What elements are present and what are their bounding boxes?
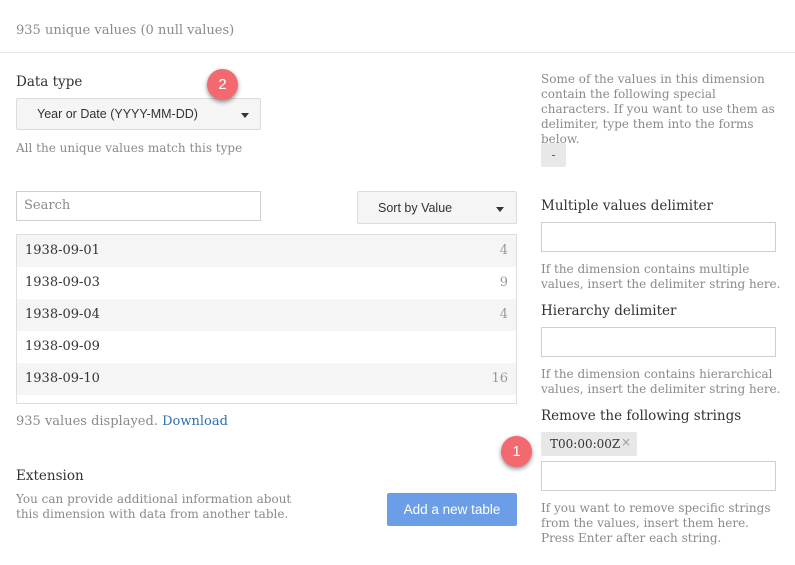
tag-text: T00:00:00Z	[550, 437, 621, 451]
sort-select[interactable]: Sort by Value	[357, 191, 517, 224]
annotation-badge-2: 2	[207, 69, 238, 100]
value-text: 1938-09-10	[25, 371, 100, 386]
multiple-delimiter-help: If the dimension contains multiple value…	[541, 262, 781, 291]
extension-title: Extension	[16, 468, 84, 484]
search-placeholder: Search	[24, 198, 71, 213]
download-link[interactable]: Download	[162, 414, 228, 429]
value-text: 1938-09-09	[25, 339, 100, 354]
values-footer: 935 values displayed. Download	[16, 414, 228, 429]
value-count: 9	[499, 275, 508, 290]
caret-down-icon	[496, 207, 504, 212]
multiple-delimiter-input[interactable]	[541, 222, 776, 252]
special-chars-note: Some of the values in this dimension con…	[541, 72, 775, 146]
extension-description: You can provide additional information a…	[16, 492, 292, 521]
sort-selected: Sort by Value	[378, 201, 453, 215]
list-item[interactable]: 1938-09-10 16	[17, 363, 516, 395]
values-displayed: 935 values displayed.	[16, 414, 158, 429]
hierarchy-delimiter-input[interactable]	[541, 327, 776, 357]
data-type-select[interactable]: Year or Date (YYYY-MM-DD)	[16, 98, 261, 130]
value-text: 1938-09-01	[25, 243, 100, 258]
remove-strings-input[interactable]	[541, 461, 776, 491]
value-text: 1938-09-03	[25, 275, 100, 290]
search-input[interactable]: Search	[16, 191, 261, 221]
add-new-table-button[interactable]: Add a new table	[387, 493, 517, 526]
value-text: 1938-09-04	[25, 307, 100, 322]
value-count: 16	[491, 371, 508, 386]
close-icon[interactable]: ×	[621, 435, 631, 449]
data-type-selected: Year or Date (YYYY-MM-DD)	[37, 107, 198, 121]
special-char-button[interactable]: -	[541, 143, 566, 167]
multiple-delimiter-label: Multiple values delimiter	[541, 198, 713, 214]
list-item[interactable]: 1938-09-01 4	[17, 235, 516, 267]
list-item[interactable]: 1938-09-04 4	[17, 299, 516, 331]
list-item[interactable]: 1938-09-03 9	[17, 267, 516, 299]
data-type-label: Data type	[16, 74, 83, 90]
remove-string-tag: T00:00:00Z ×	[541, 432, 637, 456]
value-count: 4	[499, 243, 508, 258]
list-item[interactable]: 1938-09-09	[17, 331, 516, 363]
value-count: 4	[499, 307, 508, 322]
annotation-badge-1: 1	[501, 436, 532, 467]
unique-values-summary: 935 unique values (0 null values)	[16, 23, 235, 38]
remove-strings-help: If you want to remove specific strings f…	[541, 501, 771, 545]
values-list[interactable]: 1938-09-01 4 1938-09-03 9 1938-09-04 4 1…	[16, 234, 517, 404]
hierarchy-delimiter-help: If the dimension contains hierarchical v…	[541, 367, 781, 396]
caret-down-icon	[241, 113, 249, 118]
hierarchy-delimiter-label: Hierarchy delimiter	[541, 303, 677, 319]
data-type-note: All the unique values match this type	[16, 141, 243, 155]
remove-strings-label: Remove the following strings	[541, 408, 742, 424]
